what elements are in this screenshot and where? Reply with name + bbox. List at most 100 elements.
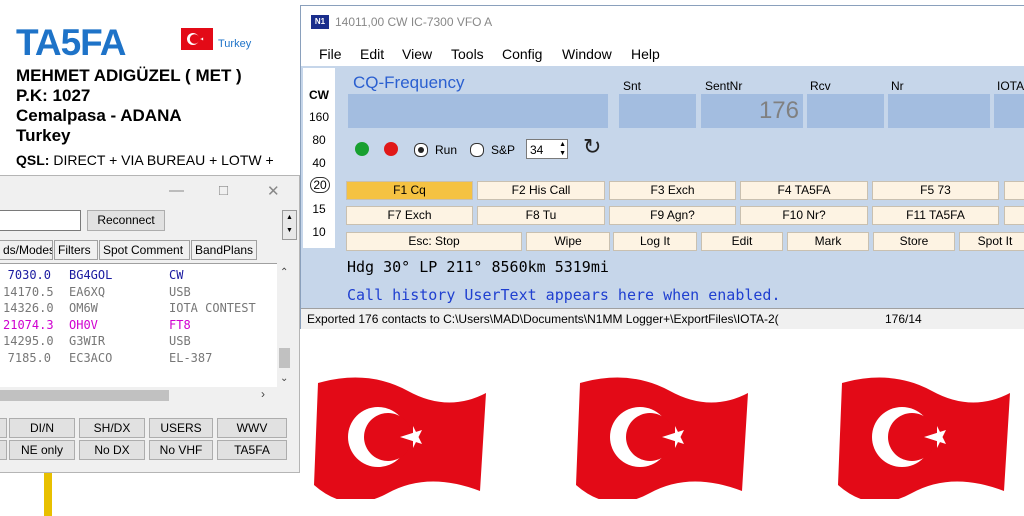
tab-filters[interactable]: Filters: [54, 240, 98, 260]
action-button-7[interactable]: Spot It: [959, 232, 1024, 251]
qsl-text: DIRECT + VIA BUREAU + LOTW +: [53, 152, 274, 168]
scroll-thumb[interactable]: [279, 348, 290, 368]
no-dx-button[interactable]: No DX: [79, 440, 145, 460]
entry-window: N1 14011,00 CW IC-7300 VFO A File Edit V…: [300, 5, 1024, 329]
status-bar: Exported 176 contacts to C:\Users\MAD\Do…: [301, 308, 1024, 329]
vertical-scrollbar[interactable]: ⌃ ⌄: [277, 263, 292, 403]
menu-config[interactable]: Config: [502, 46, 542, 62]
action-button-1[interactable]: Esc: Stop: [346, 232, 522, 251]
spot-call: G3WIR: [69, 334, 106, 348]
band-10[interactable]: 10: [303, 225, 335, 239]
fkey-row1-button-5[interactable]: F5 73: [872, 181, 999, 200]
snt-field[interactable]: [619, 94, 696, 128]
hscroll-thumb[interactable]: [0, 390, 169, 401]
close-icon[interactable]: ✕: [267, 182, 280, 200]
rcv-label: Rcv: [810, 79, 831, 93]
sentnr-field[interactable]: 176: [701, 94, 803, 128]
spot-mode: USB: [169, 334, 191, 348]
turkey-flag-2: [576, 377, 748, 499]
telnet-command-input[interactable]: [0, 210, 81, 231]
action-button-2[interactable]: Wipe: [526, 232, 610, 251]
spot-list: 7030.0 BG4GOL CW 14170.5 EA6XQ USB 14326.0 OM6W…: [0, 263, 277, 404]
fkey-row2-button-2[interactable]: F8 Tu: [477, 206, 605, 225]
spot-freq: 14170.5: [3, 284, 54, 299]
tab-bandplans[interactable]: BandPlans: [191, 240, 257, 260]
city: Cemalpasa - ADANA: [16, 106, 182, 125]
sentnr-label: SentNr: [705, 79, 743, 93]
n1mm-logo-icon: N1: [311, 15, 329, 29]
tab-bands-modes[interactable]: ds/Modes: [0, 240, 53, 260]
iota-field[interactable]: [994, 94, 1024, 128]
fkey-row1-button-4[interactable]: F4 TA5FA: [740, 181, 868, 200]
action-button-3[interactable]: Log It: [613, 232, 697, 251]
iota-label: IOTA: [997, 79, 1024, 93]
heading-info: Hdg 30° LP 211° 8560km 5319mi: [347, 258, 609, 276]
spot-freq: 7030.0: [7, 268, 51, 282]
turkey-flag-3: [838, 377, 1010, 499]
menu-view[interactable]: View: [402, 46, 432, 62]
chevron-down-icon[interactable]: ⌄: [280, 373, 288, 384]
spinner-arrows-icon[interactable]: ▲ ▼: [559, 140, 566, 158]
turkey-flag-1: [314, 377, 486, 499]
menu-window[interactable]: Window: [562, 46, 612, 62]
fkey-row2-button-4[interactable]: F10 Nr?: [740, 206, 868, 225]
ne-only-button[interactable]: NE only: [9, 440, 75, 460]
action-button-4[interactable]: Edit: [701, 232, 783, 251]
sp-radio[interactable]: [470, 143, 484, 157]
band-15[interactable]: 15: [303, 202, 335, 216]
turkey-flag-icon: [181, 28, 213, 50]
fkey-row1-button-2[interactable]: F2 His Call: [477, 181, 605, 200]
chevron-up-icon[interactable]: ⌃: [280, 267, 288, 278]
band-selector: CW 160 80 40 20 15 10: [303, 68, 335, 248]
nr-field[interactable]: [888, 94, 990, 128]
run-radio[interactable]: [414, 143, 428, 157]
action-button-5[interactable]: Mark: [787, 232, 869, 251]
title-bar: N1 14011,00 CW IC-7300 VFO A: [301, 6, 1024, 38]
refresh-icon[interactable]: ↻: [583, 134, 601, 160]
cq-frequency-label: CQ-Frequency: [353, 73, 465, 92]
fkey-row2-button-1[interactable]: F7 Exch: [346, 206, 473, 225]
band-160[interactable]: 160: [303, 110, 335, 124]
mode-label: CW: [309, 88, 329, 102]
fkey-row2-partial[interactable]: [1004, 206, 1024, 225]
fkey-row2-button-3[interactable]: F9 Agn?: [609, 206, 736, 225]
fkey-row1-button-1[interactable]: F1 Cq: [346, 181, 473, 200]
ta5fa-button[interactable]: TA5FA: [217, 440, 287, 460]
dxn-button[interactable]: DI/N: [9, 418, 75, 438]
spot-call: BG4GOL: [69, 268, 113, 282]
rate-spinner[interactable]: 34 ▲ ▼: [526, 139, 568, 159]
no-vhf-button[interactable]: No VHF: [149, 440, 213, 460]
menu-file[interactable]: File: [319, 46, 342, 62]
status-message: Exported 176 contacts to C:\Users\MAD\Do…: [307, 312, 779, 326]
minimize-icon[interactable]: —: [169, 182, 184, 199]
callsign-field[interactable]: [348, 94, 608, 128]
spot-mode: CW: [169, 268, 184, 282]
band-80[interactable]: 80: [303, 133, 335, 147]
menu-bar: File Edit View Tools Config Window Help: [301, 38, 1024, 66]
horizontal-scrollbar[interactable]: ›: [0, 387, 277, 404]
fkey-row1-partial[interactable]: [1004, 181, 1024, 200]
menu-help[interactable]: Help: [631, 46, 660, 62]
band-20-selected[interactable]: 20: [310, 177, 330, 193]
users-button[interactable]: USERS: [149, 418, 213, 438]
action-button-6[interactable]: Store: [873, 232, 955, 251]
menu-edit[interactable]: Edit: [360, 46, 384, 62]
rcv-field[interactable]: [807, 94, 884, 128]
menu-tools[interactable]: Tools: [451, 46, 484, 62]
scroll-spinner[interactable]: ▲ ▼: [282, 210, 297, 240]
tab-spot-comment[interactable]: Spot Comment: [99, 240, 190, 260]
fkey-row2-button-5[interactable]: F11 TA5FA: [872, 206, 999, 225]
operator-name: MEHMET ADIGÜZEL ( MET ): [16, 66, 242, 85]
wwv-button[interactable]: WWV: [217, 418, 287, 438]
spot-freq: 21074.3: [3, 317, 54, 332]
shdx-button[interactable]: SH/DX: [79, 418, 145, 438]
nr-label: Nr: [891, 79, 904, 93]
cut-button-1[interactable]: [0, 418, 7, 438]
band-40[interactable]: 40: [303, 156, 335, 170]
chevron-right-icon[interactable]: ›: [261, 387, 265, 401]
maximize-icon[interactable]: □: [219, 182, 228, 199]
fkey-row1-button-3[interactable]: F3 Exch: [609, 181, 736, 200]
cut-button-2[interactable]: [0, 440, 7, 460]
spot-mode: IOTA CONTEST: [169, 301, 256, 315]
reconnect-button[interactable]: Reconnect: [87, 210, 165, 231]
